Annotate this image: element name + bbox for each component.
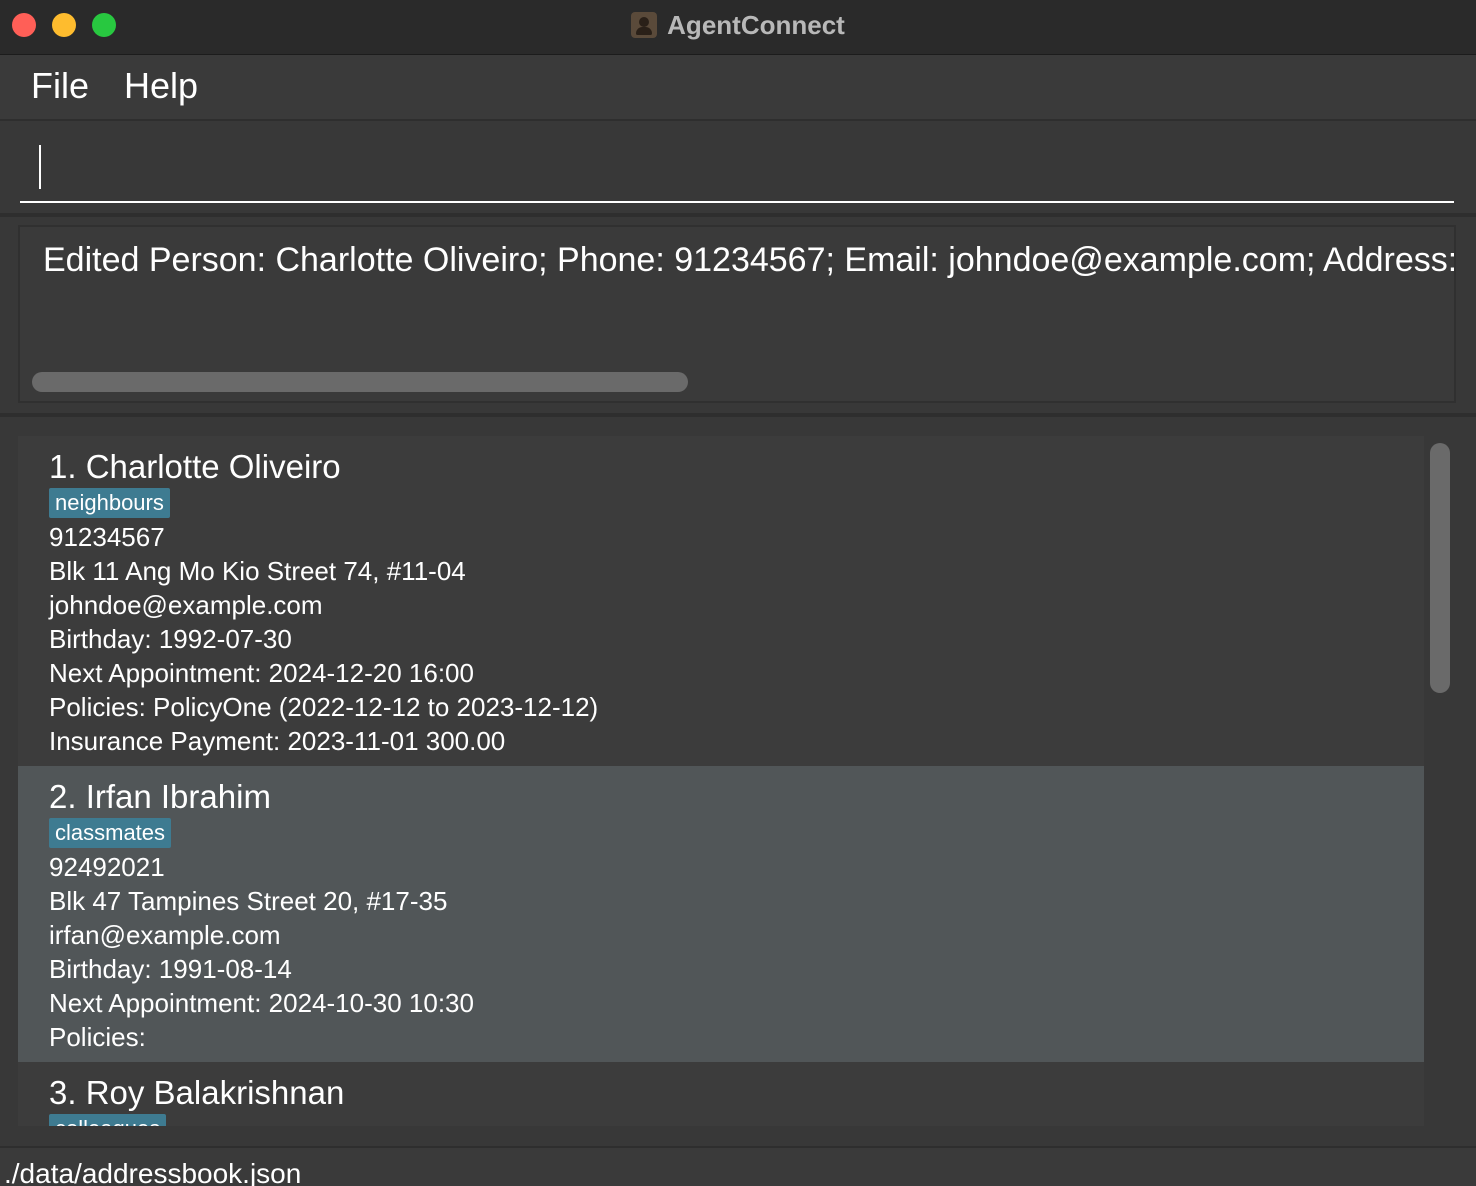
- text-caret: [39, 145, 41, 189]
- person-name: 2. Irfan Ibrahim: [49, 778, 271, 815]
- person-card-selected[interactable]: 2. Irfan Ibrahim classmates 92492021 Blk…: [18, 766, 1424, 1062]
- save-file-path: ./data/addressbook.json: [4, 1158, 302, 1186]
- person-birthday: Birthday: 1992-07-30: [49, 624, 292, 654]
- person-birthday: Birthday: 1991-08-14: [49, 954, 292, 984]
- person-appointment: Next Appointment: 2024-10-30 10:30: [49, 988, 474, 1018]
- person-appointment: Next Appointment: 2024-12-20 16:00: [49, 658, 474, 688]
- result-message: Edited Person: Charlotte Oliveiro; Phone…: [43, 241, 1456, 279]
- person-tag: neighbours: [49, 488, 170, 518]
- title-bar: AgentConnect: [0, 0, 1476, 55]
- person-email: irfan@example.com: [49, 920, 281, 950]
- person-phone: 92492021: [49, 852, 165, 882]
- menu-file[interactable]: File: [31, 65, 89, 107]
- person-address: Blk 47 Tampines Street 20, #17-35: [49, 886, 448, 916]
- person-list[interactable]: 1. Charlotte Oliveiro neighbours 9123456…: [18, 436, 1424, 1126]
- window-title-group: AgentConnect: [0, 0, 1476, 50]
- person-address: Blk 11 Ang Mo Kio Street 74, #11-04: [49, 556, 466, 586]
- person-phone: 91234567: [49, 522, 165, 552]
- person-card[interactable]: 3. Roy Balakrishnan colleagues: [18, 1062, 1424, 1126]
- person-policies: Policies: PolicyOne (2022-12-12 to 2023-…: [49, 692, 599, 722]
- person-list-vertical-scrollbar[interactable]: [1430, 443, 1450, 693]
- result-display-panel: Edited Person: Charlotte Oliveiro; Phone…: [0, 217, 1476, 417]
- person-name: 1. Charlotte Oliveiro: [49, 448, 341, 485]
- status-bar: ./data/addressbook.json: [0, 1146, 1476, 1186]
- app-window: AgentConnect File Help Edited Person: Ch…: [0, 0, 1476, 1186]
- person-list-panel: 1. Charlotte Oliveiro neighbours 9123456…: [0, 417, 1476, 1146]
- command-input[interactable]: [20, 137, 1454, 203]
- person-tag: colleagues: [49, 1114, 167, 1126]
- result-display[interactable]: Edited Person: Charlotte Oliveiro; Phone…: [18, 225, 1456, 403]
- menu-bar: File Help: [0, 55, 1476, 121]
- person-tag: classmates: [49, 818, 172, 848]
- person-payment: Insurance Payment: 2023-11-01 300.00: [49, 726, 506, 756]
- person-card[interactable]: 1. Charlotte Oliveiro neighbours 9123456…: [18, 436, 1424, 766]
- person-name: 3. Roy Balakrishnan: [49, 1074, 345, 1111]
- window-title: AgentConnect: [667, 9, 845, 40]
- command-box-panel: [0, 121, 1476, 217]
- person-email: johndoe@example.com: [49, 590, 323, 620]
- menu-help[interactable]: Help: [124, 65, 198, 107]
- contact-book-icon: [631, 12, 658, 38]
- person-policies: Policies:: [49, 1022, 146, 1052]
- result-horizontal-scrollbar[interactable]: [32, 372, 688, 392]
